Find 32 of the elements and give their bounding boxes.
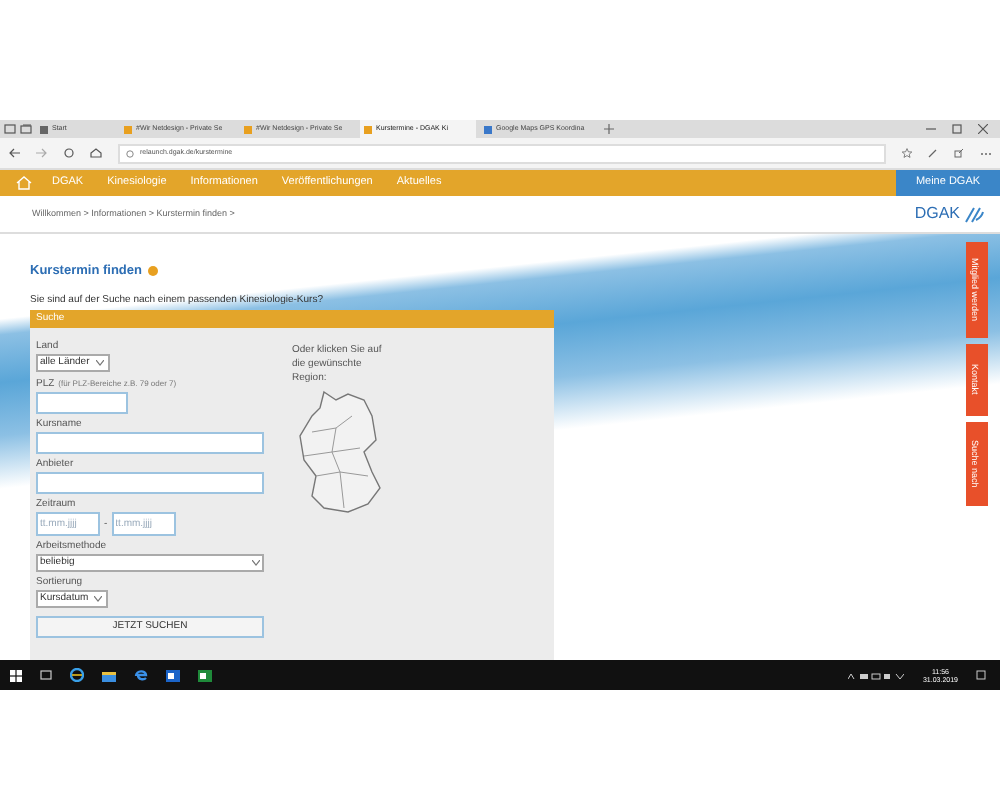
browser-icon[interactable] [134,668,148,682]
refresh-icon[interactable] [64,148,74,158]
caret-icon [94,596,103,603]
star-icon[interactable] [902,148,912,158]
task-view-icon[interactable] [40,670,52,680]
mail-app-icon[interactable] [166,669,180,681]
caret-icon [95,360,104,367]
spreadsheet-app-icon[interactable] [198,669,212,681]
maximize-icon[interactable] [952,124,962,134]
close-icon[interactable] [978,124,988,134]
share-icon[interactable] [954,148,964,158]
logo-icon [964,205,984,223]
home-icon[interactable] [90,148,102,158]
folder-icon[interactable] [102,669,116,681]
new-tab-icon[interactable] [604,124,614,134]
browser-icon[interactable] [70,668,84,682]
input-field[interactable] [36,432,264,455]
favicon-icon [40,125,48,133]
windows-icon[interactable] [10,669,22,681]
favicon-icon [244,125,252,133]
tabs-icon [20,124,32,134]
logo-text: DGAK [914,202,960,226]
pen-icon[interactable] [928,148,938,158]
window-icon [4,124,16,134]
input-field[interactable] [36,392,128,415]
back-icon[interactable] [8,148,20,158]
caret-icon [252,560,260,567]
input-field[interactable] [36,472,264,495]
favicon-icon [124,125,132,133]
favicon-icon [484,125,492,133]
favicon-icon [364,125,372,133]
notification-icon[interactable] [976,670,986,680]
